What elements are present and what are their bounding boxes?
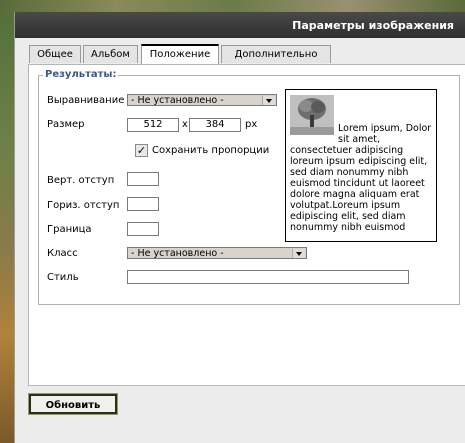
border-input[interactable]	[127, 222, 159, 236]
align-select-value: - Не установлено -	[131, 95, 224, 106]
class-select[interactable]: - Не установлено -	[127, 247, 307, 259]
hspace-input[interactable]	[127, 197, 159, 211]
tab-panel-position: Результаты: Выравнивание - Не установлен…	[28, 64, 465, 386]
chevron-down-icon	[292, 249, 305, 258]
image-properties-dialog: Параметры изображения Общее Альбом Полож…	[14, 12, 465, 443]
chevron-down-icon	[262, 96, 275, 105]
align-label: Выравнивание	[47, 95, 125, 106]
style-label: Стиль	[47, 272, 79, 283]
results-fieldset: Результаты: Выравнивание - Не установлен…	[38, 69, 460, 305]
tab-advanced[interactable]: Дополнительно	[221, 45, 331, 63]
keep-proportions-checkbox[interactable]: ✓	[135, 144, 148, 157]
size-label: Размер	[47, 119, 85, 130]
tab-album[interactable]: Альбом	[83, 45, 138, 63]
results-legend: Результаты:	[43, 69, 119, 80]
class-label: Класс	[47, 248, 78, 259]
checkmark-icon: ✓	[136, 144, 147, 157]
border-label: Граница	[47, 224, 92, 235]
height-input[interactable]: 384	[189, 118, 241, 132]
dialog-titlebar[interactable]: Параметры изображения	[15, 12, 465, 38]
tab-position[interactable]: Положение	[141, 44, 219, 65]
dialog-title: Параметры изображения	[292, 19, 454, 32]
tree-thumbnail-icon	[290, 95, 334, 135]
align-select[interactable]: - Не установлено -	[127, 94, 277, 106]
tab-general[interactable]: Общее	[29, 45, 81, 63]
hspace-label: Гориз. отступ	[47, 200, 120, 211]
class-select-value: - Не установлено -	[131, 248, 224, 259]
size-separator: x	[182, 119, 188, 130]
image-preview: Lorem ipsum, Dolor sit amet, consectetue…	[285, 89, 437, 242]
background-strip-left	[0, 14, 14, 443]
size-unit: px	[245, 119, 258, 130]
style-input[interactable]	[127, 270, 409, 284]
width-input[interactable]: 512	[127, 118, 179, 132]
vspace-label: Верт. отступ	[47, 175, 115, 186]
preview-text: Lorem ipsum, Dolor sit amet, consectetue…	[290, 123, 432, 233]
update-button[interactable]: Обновить	[28, 393, 118, 415]
keep-proportions-label: Сохранить пропорции	[152, 145, 270, 156]
vspace-input[interactable]	[127, 172, 159, 186]
